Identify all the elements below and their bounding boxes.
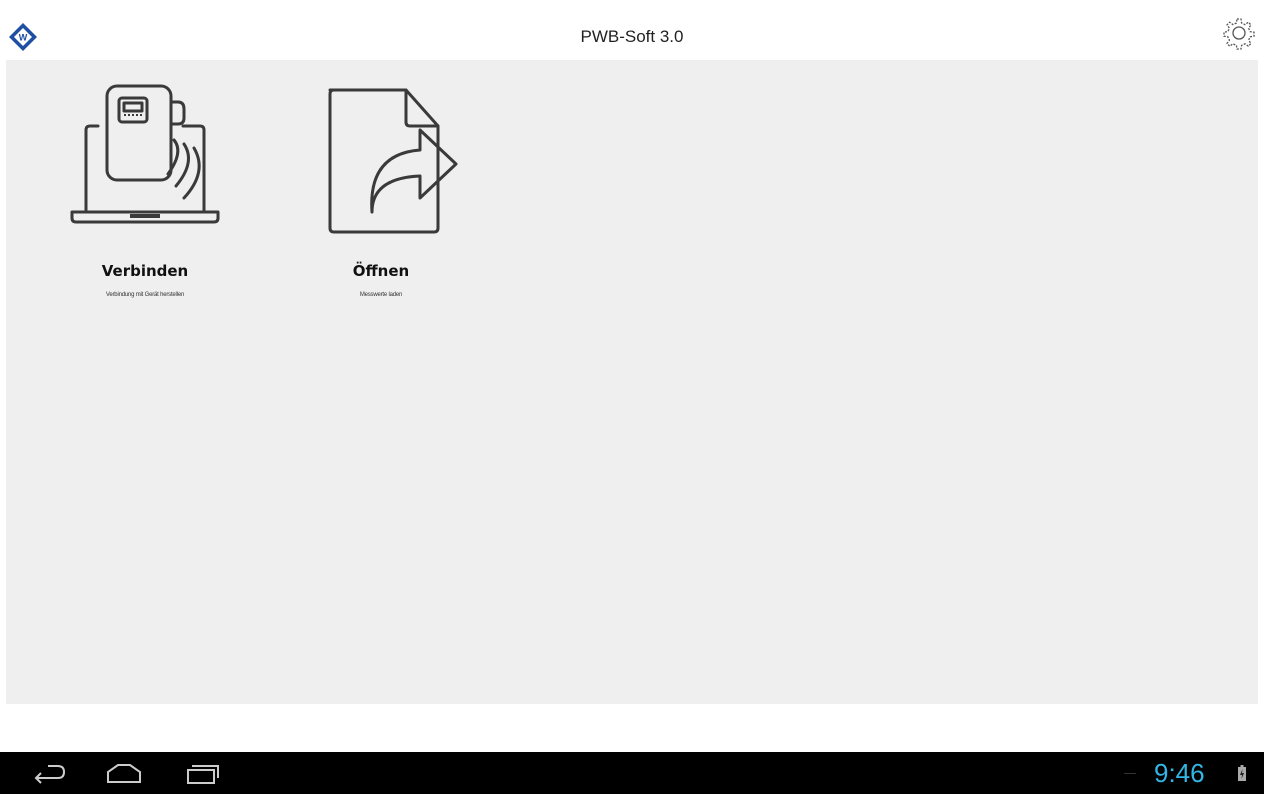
clock[interactable]: 9:46 [1154, 758, 1205, 789]
app-window: W PWB-Soft 3.0 Verbinden Verbindung mit … [0, 0, 1264, 794]
oeffnen-tile[interactable]: Öffnen Messwerte laden [296, 82, 466, 298]
gear-icon[interactable] [1222, 16, 1256, 50]
back-icon[interactable] [28, 760, 72, 788]
verbinden-subtitle: Verbindung mit Gerät herstellen [105, 292, 185, 298]
verbinden-tile[interactable]: Verbinden Verbindung mit Gerät herstelle… [60, 82, 230, 298]
main-content: Verbinden Verbindung mit Gerät herstelle… [6, 60, 1258, 704]
system-navigation-bar: 9:46 [0, 752, 1264, 794]
file-share-arrow-icon [328, 88, 458, 234]
app-title: PWB-Soft 3.0 [580, 27, 684, 46]
status-divider [1124, 773, 1136, 774]
oeffnen-subtitle: Messwerte laden [359, 292, 403, 298]
laptop-device-wireless-icon [70, 84, 220, 224]
home-icon[interactable] [102, 760, 146, 788]
battery-charging-icon [1238, 765, 1246, 781]
action-bar: W PWB-Soft 3.0 [0, 0, 1264, 60]
recent-apps-icon[interactable] [180, 760, 224, 788]
verbinden-label: Verbinden [101, 262, 189, 280]
oeffnen-label: Öffnen [352, 262, 410, 280]
